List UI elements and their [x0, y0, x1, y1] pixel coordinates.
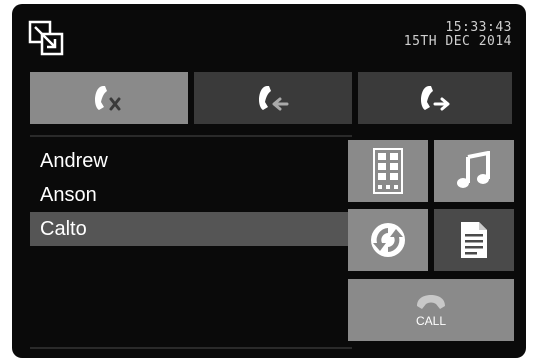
tab-incoming-calls[interactable]	[194, 72, 352, 124]
contact-item-anson[interactable]: Anson	[30, 178, 352, 212]
tab-missed-calls[interactable]	[30, 72, 188, 124]
phone-missed-icon	[95, 86, 121, 111]
phone-incoming-icon	[259, 86, 289, 111]
music-note-icon	[457, 151, 490, 188]
call-label: CALL	[415, 314, 447, 328]
notes-button[interactable]	[434, 209, 514, 271]
phone-handset-icon	[417, 295, 445, 309]
date-display: 15TH DEC 2014	[403, 34, 512, 49]
divider-top	[30, 135, 352, 137]
call-button[interactable]: CALL	[348, 279, 514, 341]
clock: 15:33:43 15TH DEC 2014	[404, 21, 512, 49]
screen: 15:33:43 15TH DEC 2014 Andrew Anson Calt…	[12, 4, 526, 358]
sync-button[interactable]	[348, 209, 428, 271]
divider-bottom	[30, 347, 352, 349]
contact-item-calto[interactable]: Calto	[30, 212, 352, 246]
contact-list: Andrew Anson Calto	[30, 144, 352, 246]
sync-icon	[371, 223, 405, 257]
keypad-button[interactable]	[348, 140, 428, 202]
phone-outgoing-icon	[421, 86, 450, 111]
music-button[interactable]	[434, 140, 514, 202]
time-display: 15:33:43	[445, 20, 512, 35]
document-icon	[461, 222, 487, 258]
keypad-icon	[373, 148, 403, 194]
window-switch-icon[interactable]	[28, 20, 64, 56]
contact-item-andrew[interactable]: Andrew	[30, 144, 352, 178]
tab-outgoing-calls[interactable]	[358, 72, 512, 124]
